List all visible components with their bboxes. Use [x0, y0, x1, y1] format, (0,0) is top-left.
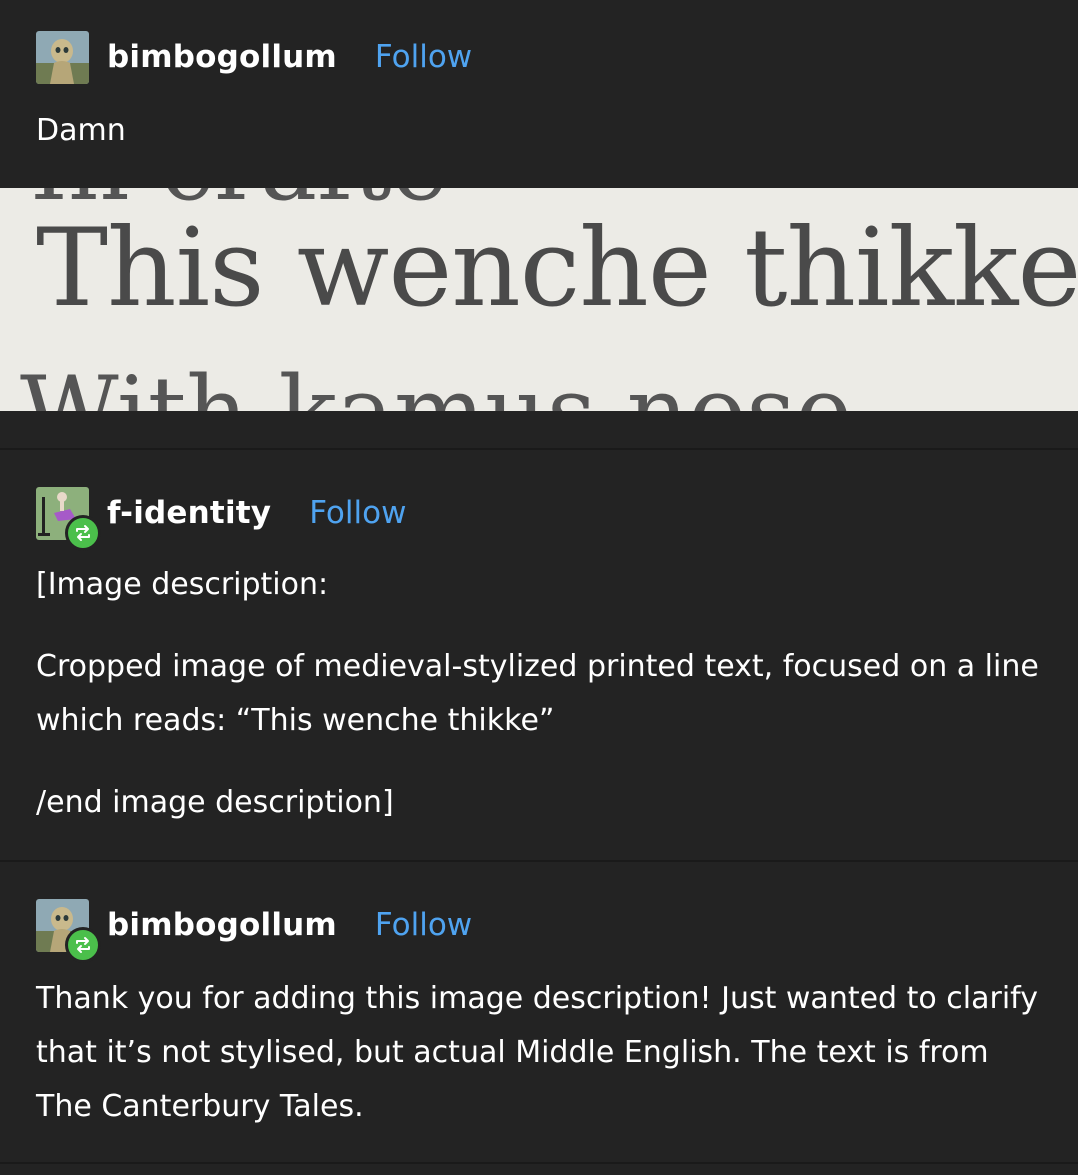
avatar[interactable]	[36, 898, 101, 963]
post-image[interactable]: In crafte This wenche thikke With kamus …	[0, 188, 1078, 411]
image-cropped-line-below: With kamus nose	[20, 356, 852, 411]
post-header: f-identity Follow	[36, 486, 406, 551]
image-text-line: This wenche thikke	[36, 206, 1078, 331]
username[interactable]: f-identity	[107, 495, 271, 531]
post-header: bimbogollum Follow	[36, 898, 472, 963]
follow-button[interactable]: Follow	[375, 907, 472, 943]
follow-button[interactable]: Follow	[375, 39, 472, 75]
gollum-avatar-icon	[36, 30, 89, 84]
follow-button[interactable]: Follow	[309, 495, 406, 531]
avatar[interactable]	[36, 486, 101, 551]
post-2: f-identity Follow [Image description: Cr…	[0, 450, 1078, 860]
post-body: [Image description: Cropped image of med…	[36, 558, 1041, 830]
post-text: [Image description:	[36, 567, 329, 602]
avatar[interactable]	[36, 30, 89, 84]
post-body: Damn	[36, 104, 1041, 158]
post-text: /end image description]	[36, 785, 394, 820]
post-1: bimbogollum Follow Damn In crafte This w…	[0, 0, 1078, 448]
post-text: Cropped image of medieval-stylized print…	[36, 649, 1039, 738]
reblog-icon	[65, 926, 101, 963]
post-3: bimbogollum Follow Thank you for adding …	[0, 862, 1078, 1162]
username[interactable]: bimbogollum	[107, 39, 337, 75]
post-header: bimbogollum Follow	[36, 30, 472, 84]
post-text: Thank you for adding this image descript…	[36, 981, 1038, 1124]
post-divider	[0, 1162, 1078, 1164]
post-body: Thank you for adding this image descript…	[36, 972, 1041, 1134]
post-text: Damn	[36, 113, 126, 148]
username[interactable]: bimbogollum	[107, 907, 337, 943]
reblog-icon	[65, 514, 101, 551]
